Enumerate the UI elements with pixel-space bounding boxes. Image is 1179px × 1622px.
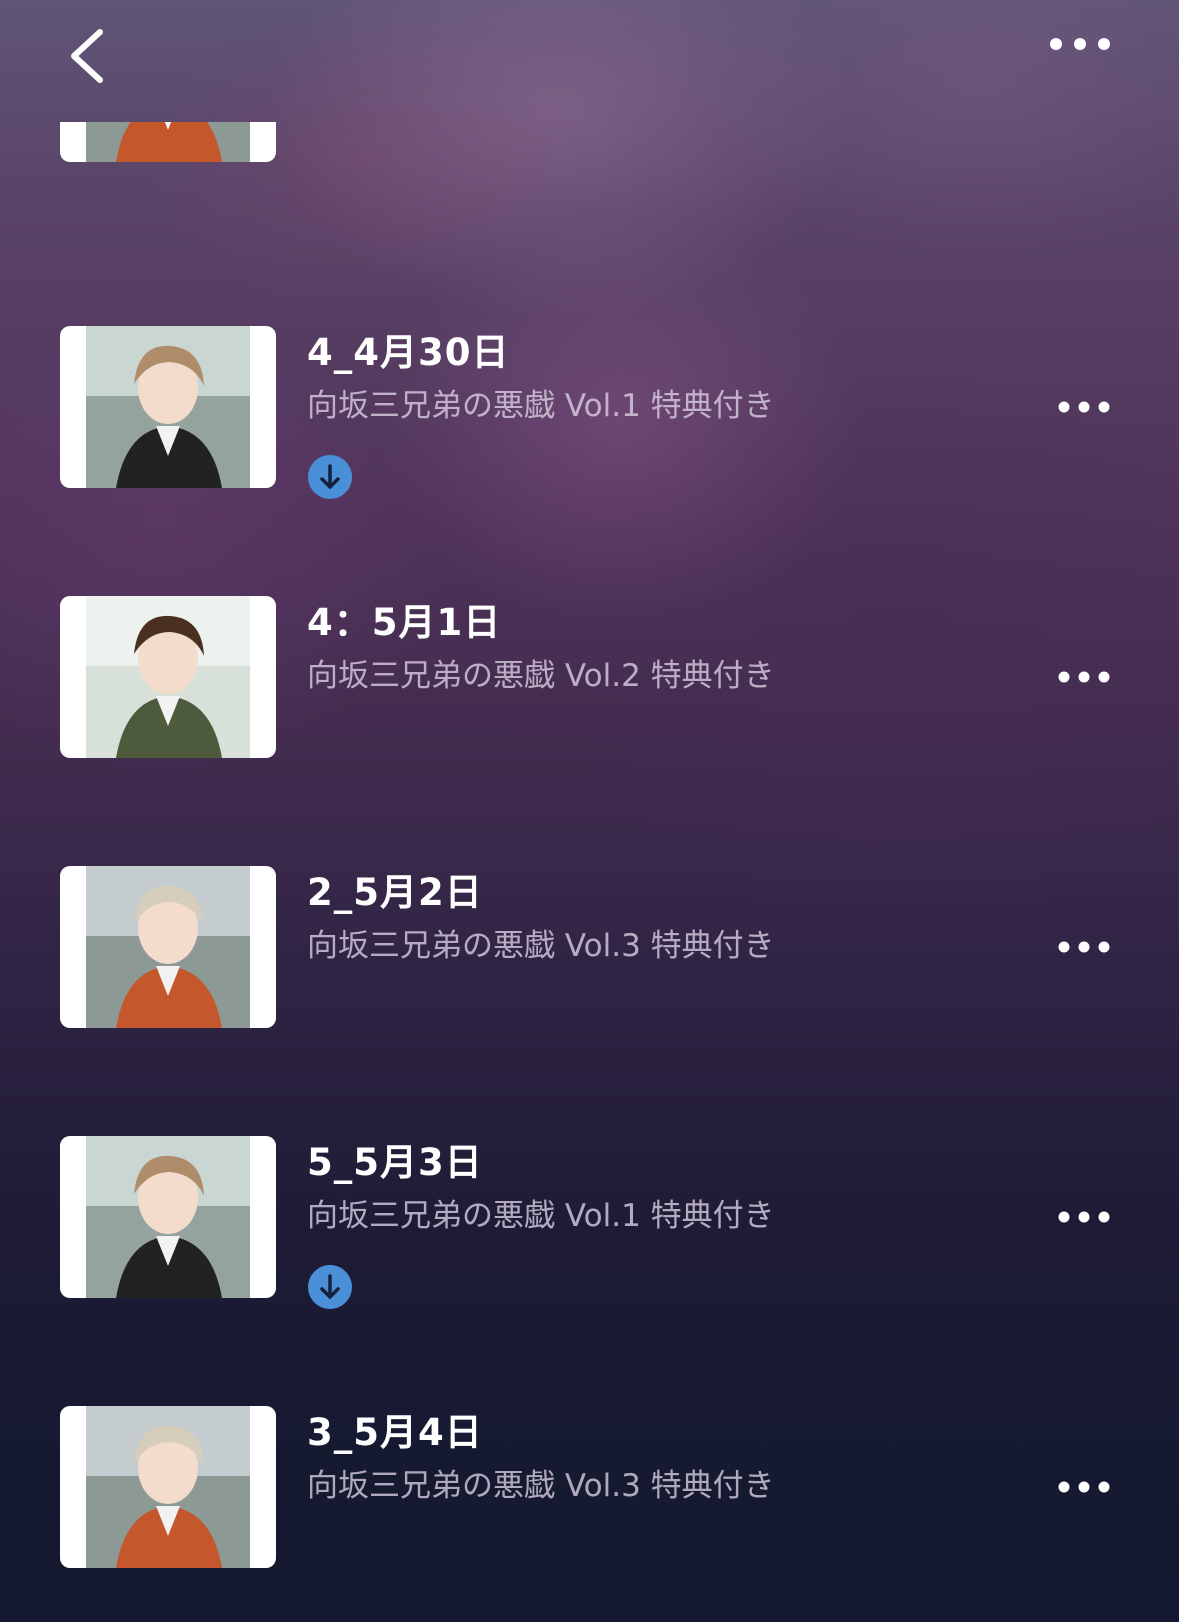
more-horizontal-icon (1058, 1211, 1110, 1223)
track-list: 向坂三兄弟の悪戯 Vol.3 特典付き 4_4月30日向坂三兄弟の悪戯 Vol.… (0, 122, 1179, 1622)
track-more-button[interactable] (1058, 939, 1110, 955)
more-options-button[interactable] (1048, 26, 1112, 62)
track-title: 2_5月2日 (307, 871, 483, 914)
more-horizontal-icon (1058, 941, 1110, 953)
track-row[interactable]: 3_5月4日向坂三兄弟の悪戯 Vol.3 特典付き (0, 1406, 1179, 1568)
more-horizontal-icon (1058, 401, 1110, 413)
track-more-button[interactable] (1058, 399, 1110, 415)
album-cover (60, 1406, 276, 1568)
track-more-button[interactable] (1058, 1209, 1110, 1225)
more-horizontal-icon (1058, 671, 1110, 683)
track-row[interactable]: 2_5月2日向坂三兄弟の悪戯 Vol.3 特典付き (0, 866, 1179, 1028)
track-title: 3_5月4日 (307, 1411, 483, 1454)
track-subtitle: 向坂三兄弟の悪戯 Vol.3 特典付き (307, 928, 775, 964)
track-more-button[interactable] (1058, 1479, 1110, 1495)
track-title: 4_4月30日 (307, 331, 510, 374)
track-subtitle: 向坂三兄弟の悪戯 Vol.3 特典付き (307, 62, 775, 98)
track-row[interactable]: 向坂三兄弟の悪戯 Vol.3 特典付き (0, 62, 1179, 162)
more-horizontal-icon (1050, 38, 1110, 50)
more-horizontal-icon (1058, 73, 1110, 89)
track-subtitle: 向坂三兄弟の悪戯 Vol.2 特典付き (307, 658, 775, 694)
album-art-image (86, 326, 250, 488)
track-row[interactable]: 4：5月1日向坂三兄弟の悪戯 Vol.2 特典付き (0, 596, 1179, 758)
album-art-image (86, 596, 250, 758)
download-icon[interactable] (307, 454, 353, 500)
track-row[interactable]: 4_4月30日向坂三兄弟の悪戯 Vol.1 特典付き (0, 326, 1179, 499)
download-icon[interactable] (307, 1264, 353, 1310)
track-more-button[interactable] (1058, 669, 1110, 685)
album-art-image (86, 866, 250, 1028)
back-button[interactable] (62, 24, 118, 88)
album-cover (60, 326, 276, 488)
chevron-left-icon (71, 29, 103, 83)
track-row[interactable]: 5_5月3日向坂三兄弟の悪戯 Vol.1 特典付き (0, 1136, 1179, 1309)
album-art-image (86, 1406, 250, 1568)
album-cover (60, 596, 276, 758)
album-cover (60, 1136, 276, 1298)
track-title: 4：5月1日 (307, 601, 502, 644)
album-cover (60, 866, 276, 1028)
track-title: 5_5月3日 (307, 1141, 483, 1184)
track-more-button[interactable] (1058, 73, 1110, 89)
album-art-image (86, 1136, 250, 1298)
track-subtitle: 向坂三兄弟の悪戯 Vol.1 特典付き (307, 388, 775, 424)
playlist-screen: 向坂三兄弟の悪戯 Vol.3 特典付き 4_4月30日向坂三兄弟の悪戯 Vol.… (0, 0, 1179, 1622)
more-horizontal-icon (1058, 1481, 1110, 1493)
track-subtitle: 向坂三兄弟の悪戯 Vol.1 特典付き (307, 1198, 775, 1234)
track-subtitle: 向坂三兄弟の悪戯 Vol.3 特典付き (307, 1468, 775, 1504)
